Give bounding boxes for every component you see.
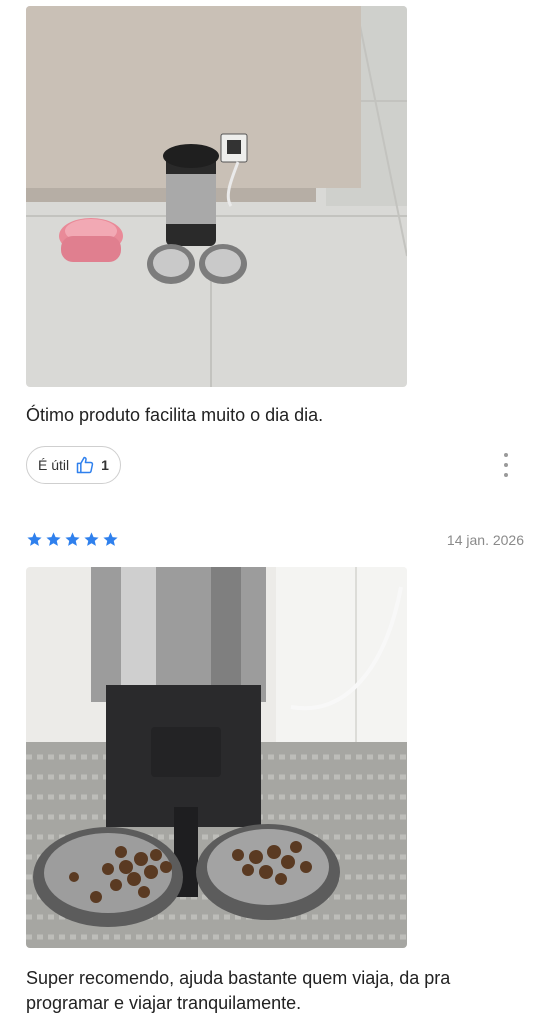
review-card-1: Ótimo produto facilita muito o dia dia. … [0,0,550,500]
star-icon [27,532,42,546]
review-photo[interactable] [26,6,407,387]
review-card-2: 14 jan. 2026 Super recomendo, ajuda bast… [0,520,550,1024]
feeder-photo-icon [26,6,407,387]
review-text: Ótimo produto facilita muito o dia dia. [26,405,324,425]
feeder-with-kibble-photo-icon [26,567,407,948]
helpful-count: 1 [101,457,109,473]
star-icon [103,532,118,546]
star-rating [26,531,119,548]
star-icon [46,532,61,546]
review-photo[interactable] [26,567,407,948]
thumbs-up-icon [76,456,94,474]
more-dots-icon [504,453,508,457]
star-icon [65,532,80,546]
star-icon [84,532,99,546]
review-text: Super recomendo, ajuda bastante quem via… [26,968,451,1013]
review-date: 14 jan. 2026 [446,532,524,548]
helpful-label: É útil [38,457,70,473]
more-options-button[interactable] [498,453,514,477]
helpful-button[interactable]: É útil 1 [26,446,121,484]
